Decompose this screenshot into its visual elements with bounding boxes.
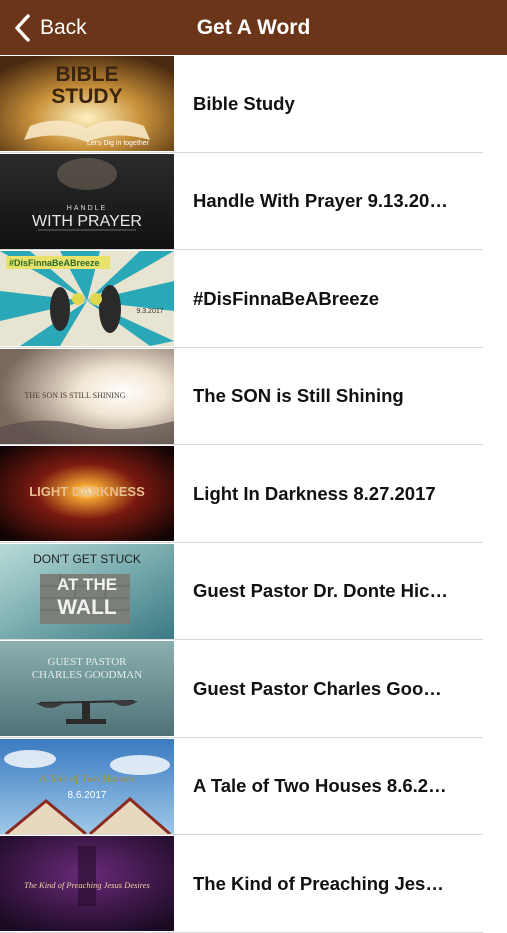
- sermon-title: Guest Pastor Charles Goo…: [193, 677, 442, 699]
- thumb-text: STUDY: [51, 85, 122, 108]
- sermon-thumbnail: #DisFinnaBeABreeze 9.3.2017: [0, 251, 174, 346]
- sermon-title: Light In Darkness 8.27.2017: [193, 482, 436, 504]
- sermon-thumbnail: LIGHT DARKNESS: [0, 446, 174, 541]
- thumb-text: AT THE: [57, 575, 117, 594]
- sermon-title: The SON is Still Shining: [193, 385, 404, 406]
- thumb-text: WITH PRAYER: [32, 213, 142, 230]
- sermon-thumbnail: A Tale of Two Houses 8.6.2017: [0, 738, 174, 834]
- sermon-title: Guest Pastor Dr. Donte Hic…: [193, 580, 448, 601]
- back-button[interactable]: Back: [12, 0, 87, 55]
- thumb-text: BIBLE: [56, 63, 119, 86]
- sermon-row[interactable]: The Kind of Preaching Jesus Desires The …: [0, 835, 483, 933]
- sermon-title: The Kind of Preaching Jes…: [193, 872, 444, 894]
- thumb-text: 9.3.2017: [136, 308, 163, 315]
- sermon-thumbnail: BIBLE STUDY Let's Dig in together: [0, 56, 174, 151]
- chevron-left-icon: [15, 13, 30, 42]
- thumb-text: The Kind of Preaching Jesus Desires: [24, 880, 150, 890]
- thumb-text: Let's Dig in together: [87, 140, 150, 147]
- sermon-title: #DisFinnaBeABreeze: [193, 287, 380, 309]
- sermon-row[interactable]: THE SON IS STILL SHINING The SON is Stil…: [0, 348, 483, 445]
- sermon-row[interactable]: GUEST PASTOR CHARLES GOODMAN Guest Pasto…: [0, 640, 483, 738]
- thumb-text: WALL: [57, 596, 117, 619]
- sermon-title: Handle With Prayer 9.13.20…: [193, 190, 448, 211]
- sermon-row[interactable]: #DisFinnaBeABreeze 9.3.2017 #DisFinnaBeA…: [0, 250, 483, 348]
- thumb-text: #DisFinnaBeABreeze: [9, 258, 100, 268]
- back-label: Back: [40, 15, 87, 39]
- thumb-text: THE SON IS STILL SHINING: [24, 391, 125, 400]
- sermon-thumbnail: GUEST PASTOR CHARLES GOODMAN: [0, 641, 174, 736]
- sermon-row[interactable]: HANDLE WITH PRAYER Handle With Prayer 9.…: [0, 153, 483, 250]
- sermon-list: BIBLE STUDY Let's Dig in together Bible …: [0, 55, 507, 933]
- thumb-text: CHARLES GOODMAN: [32, 669, 142, 681]
- thumb-text: A Tale of Two Houses: [38, 773, 134, 785]
- sermon-row[interactable]: BIBLE STUDY Let's Dig in together Bible …: [0, 55, 483, 153]
- thumb-text: HANDLE: [67, 205, 107, 212]
- sermon-row[interactable]: DON'T GET STUCK AT THE WALL Guest Pastor…: [0, 543, 483, 640]
- thumb-text: 8.6.2017: [68, 790, 107, 801]
- sermon-title: Bible Study: [193, 92, 295, 114]
- sermon-thumbnail: HANDLE WITH PRAYER: [0, 153, 174, 249]
- thumb-text: DON'T GET STUCK: [33, 552, 141, 566]
- sermon-row[interactable]: LIGHT DARKNESS Light In Darkness 8.27.20…: [0, 445, 483, 543]
- thumb-text: LIGHT DARKNESS: [29, 484, 145, 499]
- sermon-title: A Tale of Two Houses 8.6.2…: [193, 775, 447, 796]
- sermon-thumbnail: THE SON IS STILL SHINING: [0, 348, 174, 444]
- sermon-row[interactable]: A Tale of Two Houses 8.6.2017 A Tale of …: [0, 738, 483, 835]
- nav-bar: Back Get A Word: [0, 0, 507, 55]
- thumb-text: GUEST PASTOR: [48, 656, 128, 668]
- sermon-thumbnail: DON'T GET STUCK AT THE WALL: [0, 543, 174, 639]
- sermon-thumbnail: The Kind of Preaching Jesus Desires: [0, 836, 174, 931]
